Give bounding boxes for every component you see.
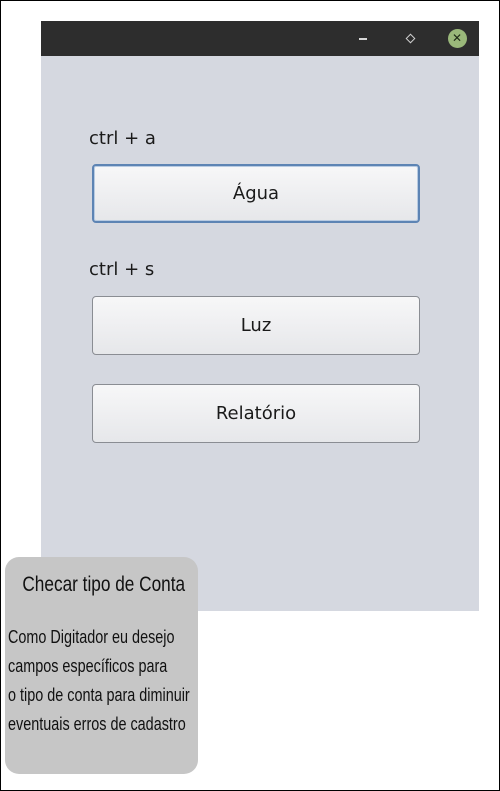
note-line: campos específicos para bbox=[8, 656, 168, 676]
note-line: eventuais erros de cadastro bbox=[8, 714, 186, 734]
user-story-note: Checar tipo de Conta Como Digitador eu d… bbox=[5, 557, 198, 774]
window-titlebar: ✕ bbox=[41, 21, 479, 56]
note-title: Checar tipo de Conta bbox=[22, 573, 186, 596]
note-line: Como Digitador eu desejo bbox=[8, 627, 175, 647]
minimize-icon bbox=[359, 38, 367, 40]
minimize-button[interactable] bbox=[352, 27, 374, 49]
close-glyph: ✕ bbox=[451, 31, 463, 45]
maximize-icon bbox=[405, 33, 415, 43]
close-button[interactable]: ✕ bbox=[446, 27, 468, 49]
shortcut-label-ctrl-s: ctrl + s bbox=[89, 259, 155, 280]
close-icon: ✕ bbox=[447, 28, 467, 48]
note-line: o tipo de conta para diminuir bbox=[8, 685, 190, 705]
agua-button[interactable]: Água bbox=[92, 164, 420, 223]
relatorio-button[interactable]: Relatório bbox=[92, 384, 420, 443]
maximize-button[interactable] bbox=[399, 27, 421, 49]
shortcut-label-ctrl-a: ctrl + a bbox=[89, 128, 156, 149]
app-window: ✕ ctrl + a Água ctrl + s Luz Relatório bbox=[41, 21, 479, 611]
note-body: Como Digitador eu desejo campos específi… bbox=[8, 623, 200, 739]
luz-button[interactable]: Luz bbox=[92, 296, 420, 355]
